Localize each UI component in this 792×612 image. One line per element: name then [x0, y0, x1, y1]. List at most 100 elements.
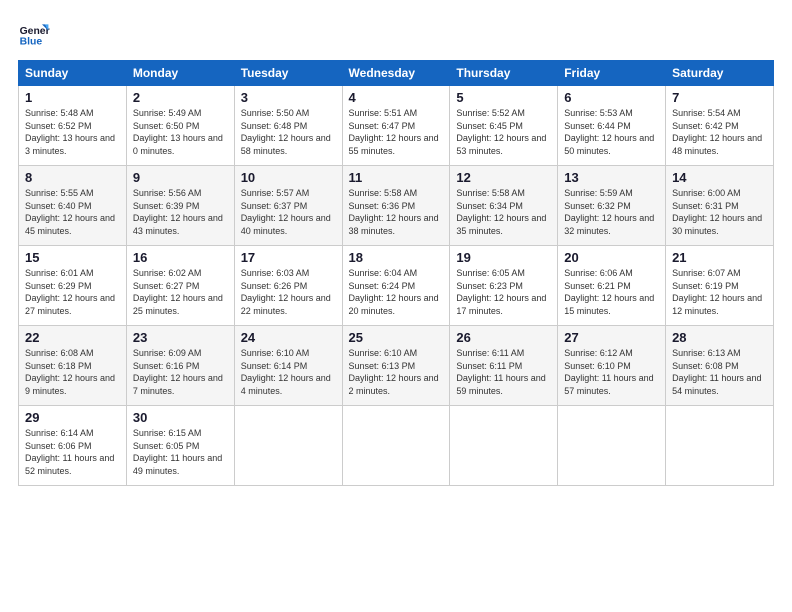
day-cell: [234, 406, 342, 486]
day-cell: 18 Sunrise: 6:04 AMSunset: 6:24 PMDaylig…: [342, 246, 450, 326]
day-cell: 11 Sunrise: 5:58 AMSunset: 6:36 PMDaylig…: [342, 166, 450, 246]
week-row-5: 29 Sunrise: 6:14 AMSunset: 6:06 PMDaylig…: [19, 406, 774, 486]
day-header-friday: Friday: [558, 61, 666, 86]
day-number: 12: [456, 170, 551, 185]
day-cell: 28 Sunrise: 6:13 AMSunset: 6:08 PMDaylig…: [666, 326, 774, 406]
day-number: 1: [25, 90, 120, 105]
day-info: Sunrise: 5:55 AMSunset: 6:40 PMDaylight:…: [25, 188, 115, 236]
day-info: Sunrise: 6:01 AMSunset: 6:29 PMDaylight:…: [25, 268, 115, 316]
day-info: Sunrise: 6:15 AMSunset: 6:05 PMDaylight:…: [133, 428, 222, 476]
day-header-saturday: Saturday: [666, 61, 774, 86]
day-header-sunday: Sunday: [19, 61, 127, 86]
day-number: 9: [133, 170, 228, 185]
day-cell: 27 Sunrise: 6:12 AMSunset: 6:10 PMDaylig…: [558, 326, 666, 406]
day-number: 19: [456, 250, 551, 265]
day-number: 16: [133, 250, 228, 265]
day-info: Sunrise: 6:13 AMSunset: 6:08 PMDaylight:…: [672, 348, 761, 396]
day-info: Sunrise: 5:53 AMSunset: 6:44 PMDaylight:…: [564, 108, 654, 156]
day-number: 6: [564, 90, 659, 105]
day-number: 22: [25, 330, 120, 345]
day-info: Sunrise: 5:57 AMSunset: 6:37 PMDaylight:…: [241, 188, 331, 236]
day-info: Sunrise: 5:54 AMSunset: 6:42 PMDaylight:…: [672, 108, 762, 156]
header-row: SundayMondayTuesdayWednesdayThursdayFrid…: [19, 61, 774, 86]
day-number: 14: [672, 170, 767, 185]
day-number: 28: [672, 330, 767, 345]
day-number: 26: [456, 330, 551, 345]
day-cell: 14 Sunrise: 6:00 AMSunset: 6:31 PMDaylig…: [666, 166, 774, 246]
day-number: 21: [672, 250, 767, 265]
svg-text:Blue: Blue: [20, 36, 43, 47]
day-info: Sunrise: 5:52 AMSunset: 6:45 PMDaylight:…: [456, 108, 546, 156]
day-cell: 12 Sunrise: 5:58 AMSunset: 6:34 PMDaylig…: [450, 166, 558, 246]
day-cell: 16 Sunrise: 6:02 AMSunset: 6:27 PMDaylig…: [126, 246, 234, 326]
day-info: Sunrise: 6:05 AMSunset: 6:23 PMDaylight:…: [456, 268, 546, 316]
day-info: Sunrise: 6:03 AMSunset: 6:26 PMDaylight:…: [241, 268, 331, 316]
day-number: 4: [349, 90, 444, 105]
day-cell: 25 Sunrise: 6:10 AMSunset: 6:13 PMDaylig…: [342, 326, 450, 406]
day-info: Sunrise: 5:56 AMSunset: 6:39 PMDaylight:…: [133, 188, 223, 236]
day-header-tuesday: Tuesday: [234, 61, 342, 86]
day-cell: 15 Sunrise: 6:01 AMSunset: 6:29 PMDaylig…: [19, 246, 127, 326]
day-header-wednesday: Wednesday: [342, 61, 450, 86]
day-cell: 29 Sunrise: 6:14 AMSunset: 6:06 PMDaylig…: [19, 406, 127, 486]
logo: General Blue: [18, 18, 54, 50]
day-number: 27: [564, 330, 659, 345]
day-number: 30: [133, 410, 228, 425]
day-cell: 30 Sunrise: 6:15 AMSunset: 6:05 PMDaylig…: [126, 406, 234, 486]
day-cell: 17 Sunrise: 6:03 AMSunset: 6:26 PMDaylig…: [234, 246, 342, 326]
day-cell: 5 Sunrise: 5:52 AMSunset: 6:45 PMDayligh…: [450, 86, 558, 166]
day-info: Sunrise: 6:14 AMSunset: 6:06 PMDaylight:…: [25, 428, 114, 476]
day-cell: 22 Sunrise: 6:08 AMSunset: 6:18 PMDaylig…: [19, 326, 127, 406]
day-number: 8: [25, 170, 120, 185]
day-cell: 21 Sunrise: 6:07 AMSunset: 6:19 PMDaylig…: [666, 246, 774, 326]
day-info: Sunrise: 6:12 AMSunset: 6:10 PMDaylight:…: [564, 348, 653, 396]
day-cell: 10 Sunrise: 5:57 AMSunset: 6:37 PMDaylig…: [234, 166, 342, 246]
day-cell: 9 Sunrise: 5:56 AMSunset: 6:39 PMDayligh…: [126, 166, 234, 246]
week-row-3: 15 Sunrise: 6:01 AMSunset: 6:29 PMDaylig…: [19, 246, 774, 326]
day-cell: 13 Sunrise: 5:59 AMSunset: 6:32 PMDaylig…: [558, 166, 666, 246]
day-cell: 26 Sunrise: 6:11 AMSunset: 6:11 PMDaylig…: [450, 326, 558, 406]
week-row-1: 1 Sunrise: 5:48 AMSunset: 6:52 PMDayligh…: [19, 86, 774, 166]
day-info: Sunrise: 6:07 AMSunset: 6:19 PMDaylight:…: [672, 268, 762, 316]
day-cell: 19 Sunrise: 6:05 AMSunset: 6:23 PMDaylig…: [450, 246, 558, 326]
day-number: 23: [133, 330, 228, 345]
day-number: 10: [241, 170, 336, 185]
day-number: 24: [241, 330, 336, 345]
day-info: Sunrise: 6:04 AMSunset: 6:24 PMDaylight:…: [349, 268, 439, 316]
day-info: Sunrise: 6:02 AMSunset: 6:27 PMDaylight:…: [133, 268, 223, 316]
day-cell: 7 Sunrise: 5:54 AMSunset: 6:42 PMDayligh…: [666, 86, 774, 166]
day-info: Sunrise: 5:50 AMSunset: 6:48 PMDaylight:…: [241, 108, 331, 156]
day-header-monday: Monday: [126, 61, 234, 86]
header: General Blue: [18, 18, 774, 50]
logo-icon: General Blue: [18, 18, 50, 50]
day-info: Sunrise: 6:08 AMSunset: 6:18 PMDaylight:…: [25, 348, 115, 396]
day-cell: 2 Sunrise: 5:49 AMSunset: 6:50 PMDayligh…: [126, 86, 234, 166]
day-number: 25: [349, 330, 444, 345]
day-cell: [666, 406, 774, 486]
day-info: Sunrise: 5:48 AMSunset: 6:52 PMDaylight:…: [25, 108, 115, 156]
week-row-2: 8 Sunrise: 5:55 AMSunset: 6:40 PMDayligh…: [19, 166, 774, 246]
day-info: Sunrise: 5:59 AMSunset: 6:32 PMDaylight:…: [564, 188, 654, 236]
day-cell: 24 Sunrise: 6:10 AMSunset: 6:14 PMDaylig…: [234, 326, 342, 406]
day-number: 3: [241, 90, 336, 105]
day-info: Sunrise: 5:58 AMSunset: 6:36 PMDaylight:…: [349, 188, 439, 236]
day-cell: 6 Sunrise: 5:53 AMSunset: 6:44 PMDayligh…: [558, 86, 666, 166]
day-info: Sunrise: 5:49 AMSunset: 6:50 PMDaylight:…: [133, 108, 223, 156]
day-number: 20: [564, 250, 659, 265]
day-cell: [450, 406, 558, 486]
day-number: 17: [241, 250, 336, 265]
day-cell: 8 Sunrise: 5:55 AMSunset: 6:40 PMDayligh…: [19, 166, 127, 246]
day-cell: 20 Sunrise: 6:06 AMSunset: 6:21 PMDaylig…: [558, 246, 666, 326]
day-number: 2: [133, 90, 228, 105]
day-number: 7: [672, 90, 767, 105]
day-info: Sunrise: 6:10 AMSunset: 6:14 PMDaylight:…: [241, 348, 331, 396]
calendar-table: SundayMondayTuesdayWednesdayThursdayFrid…: [18, 60, 774, 486]
day-cell: 3 Sunrise: 5:50 AMSunset: 6:48 PMDayligh…: [234, 86, 342, 166]
day-info: Sunrise: 5:51 AMSunset: 6:47 PMDaylight:…: [349, 108, 439, 156]
day-info: Sunrise: 6:06 AMSunset: 6:21 PMDaylight:…: [564, 268, 654, 316]
day-number: 11: [349, 170, 444, 185]
week-row-4: 22 Sunrise: 6:08 AMSunset: 6:18 PMDaylig…: [19, 326, 774, 406]
calendar-header: SundayMondayTuesdayWednesdayThursdayFrid…: [19, 61, 774, 86]
day-cell: 1 Sunrise: 5:48 AMSunset: 6:52 PMDayligh…: [19, 86, 127, 166]
day-cell: 4 Sunrise: 5:51 AMSunset: 6:47 PMDayligh…: [342, 86, 450, 166]
